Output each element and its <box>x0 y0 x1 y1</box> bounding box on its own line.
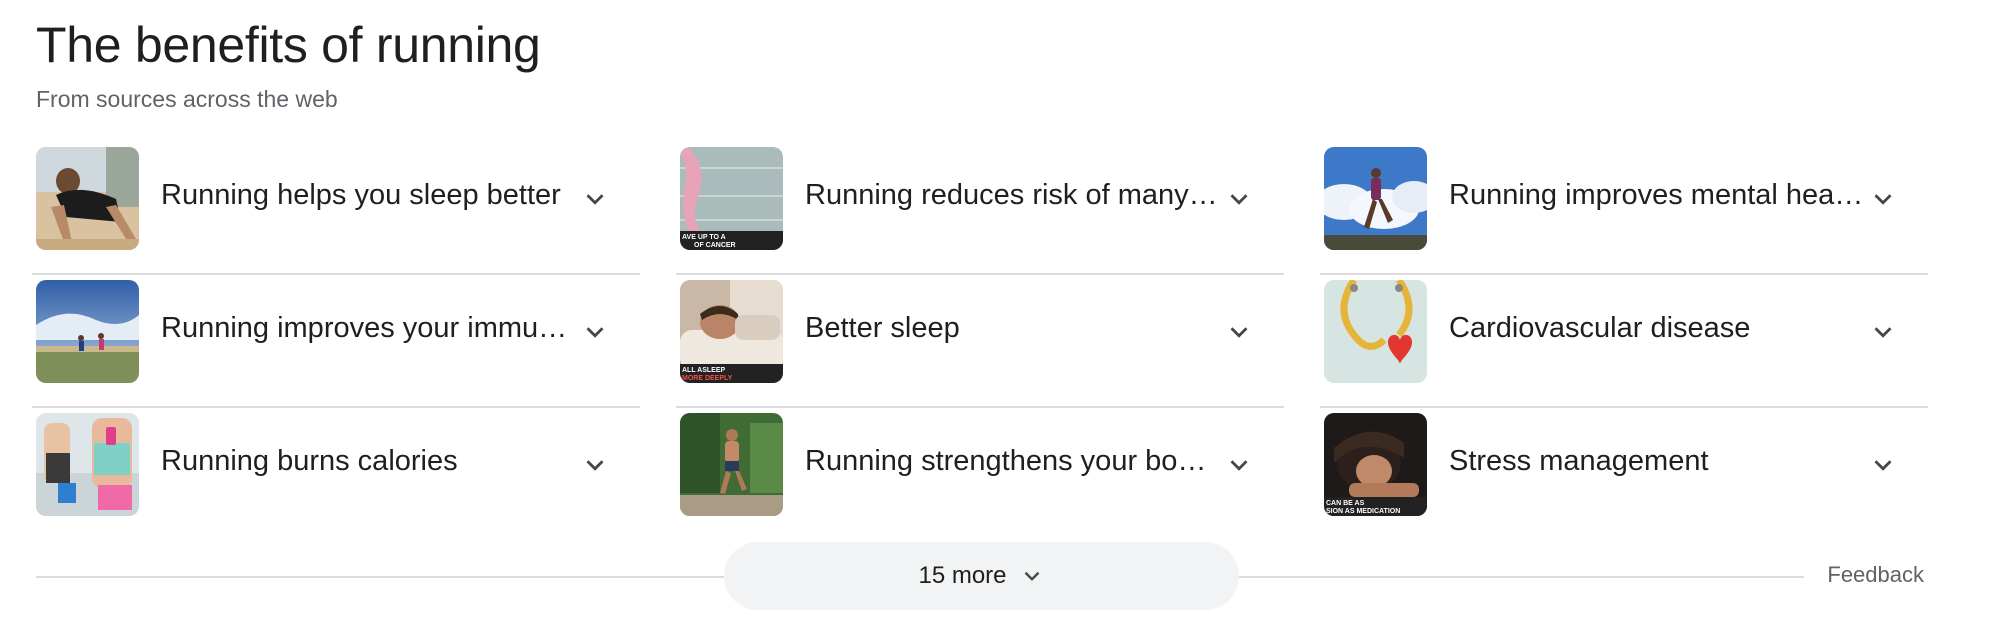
woman-resting-image <box>36 147 139 250</box>
benefit-item-immune[interactable]: Running improves your immu… <box>32 275 640 408</box>
benefits-column-2: AVE UP TO A OF CANCER Running reduces ri… <box>676 142 1284 541</box>
benefit-label: Better sleep <box>805 312 960 344</box>
benefit-item-burns-calories[interactable]: Running burns calories <box>32 408 640 541</box>
benefit-thumbnail: AVE UP TO A OF CANCER <box>680 147 783 250</box>
benefit-item-sleep-better[interactable]: Running helps you sleep better <box>32 142 640 275</box>
benefits-grid: Running helps you sleep better Running i… <box>32 142 1964 544</box>
runners-armband-image <box>36 413 139 516</box>
benefit-label: Running burns calories <box>161 445 458 477</box>
benefit-label: Stress management <box>1449 445 1709 477</box>
pink-ribbon-image: AVE UP TO A OF CANCER <box>680 147 783 250</box>
chevron-down-icon[interactable] <box>580 450 610 480</box>
benefit-label: Running strengthens your bo… <box>805 445 1207 477</box>
thumb-caption: OF CANCER <box>694 242 736 249</box>
benefit-item-reduces-risk[interactable]: AVE UP TO A OF CANCER Running reduces ri… <box>676 142 1284 275</box>
benefits-column-3: Running improves mental hea… Cardiovascu… <box>1320 142 1928 541</box>
benefit-label: Running improves mental hea… <box>1449 179 1864 211</box>
benefit-thumbnail: CAN BE AS SION AS MEDICATION <box>1324 413 1427 516</box>
chevron-down-icon[interactable] <box>580 184 610 214</box>
stethoscope-heart-image <box>1324 280 1427 383</box>
runners-field-image <box>36 280 139 383</box>
benefit-item-mental-health[interactable]: Running improves mental hea… <box>1320 142 1928 275</box>
chevron-down-icon[interactable] <box>1224 317 1254 347</box>
benefit-label: Running reduces risk of many… <box>805 179 1218 211</box>
man-sleeping-image: ALL ASLEEP MORE DEEPLY <box>680 280 783 383</box>
thumb-caption: AVE UP TO A <box>682 234 726 241</box>
benefit-thumbnail <box>1324 280 1427 383</box>
chevron-down-icon[interactable] <box>1868 317 1898 347</box>
thumb-caption: ALL ASLEEP <box>682 367 726 374</box>
chevron-down-icon[interactable] <box>1224 450 1254 480</box>
page-title: The benefits of running <box>36 17 541 73</box>
benefits-column-1: Running helps you sleep better Running i… <box>32 142 640 541</box>
chevron-down-icon[interactable] <box>580 317 610 347</box>
chevron-down-icon[interactable] <box>1868 184 1898 214</box>
page-subtitle: From sources across the web <box>36 86 338 112</box>
feedback-link[interactable]: Feedback <box>1827 562 1924 588</box>
thumb-caption: SION AS MEDICATION <box>1326 508 1400 515</box>
benefit-thumbnail <box>1324 147 1427 250</box>
benefit-item-strengthens[interactable]: Running strengthens your bo… <box>676 408 1284 541</box>
benefit-item-better-sleep[interactable]: ALL ASLEEP MORE DEEPLY Better sleep <box>676 275 1284 408</box>
woman-head-down-image: CAN BE AS SION AS MEDICATION <box>1324 413 1427 516</box>
footer-divider-right <box>1238 576 1804 578</box>
benefit-thumbnail <box>36 147 139 250</box>
benefit-thumbnail <box>36 413 139 516</box>
benefit-label: Running improves your immu… <box>161 312 568 344</box>
chevron-down-icon[interactable] <box>1224 184 1254 214</box>
runner-clouds-image <box>1324 147 1427 250</box>
footer-divider-left <box>36 576 726 578</box>
benefit-item-cardiovascular[interactable]: Cardiovascular disease <box>1320 275 1928 408</box>
benefit-thumbnail <box>680 413 783 516</box>
benefit-label: Cardiovascular disease <box>1449 312 1751 344</box>
benefit-item-stress[interactable]: CAN BE AS SION AS MEDICATION Stress mana… <box>1320 408 1928 541</box>
benefit-label: Running helps you sleep better <box>161 179 561 211</box>
show-more-button[interactable]: 15 more <box>724 542 1239 610</box>
show-more-label: 15 more <box>918 562 1007 589</box>
chevron-down-icon <box>1024 571 1039 581</box>
benefit-thumbnail: ALL ASLEEP MORE DEEPLY <box>680 280 783 383</box>
thumb-caption: CAN BE AS <box>1326 500 1365 507</box>
thumb-caption: MORE DEEPLY <box>682 375 733 382</box>
benefit-thumbnail <box>36 280 139 383</box>
man-running-trail-image <box>680 413 783 516</box>
chevron-down-icon[interactable] <box>1868 450 1898 480</box>
